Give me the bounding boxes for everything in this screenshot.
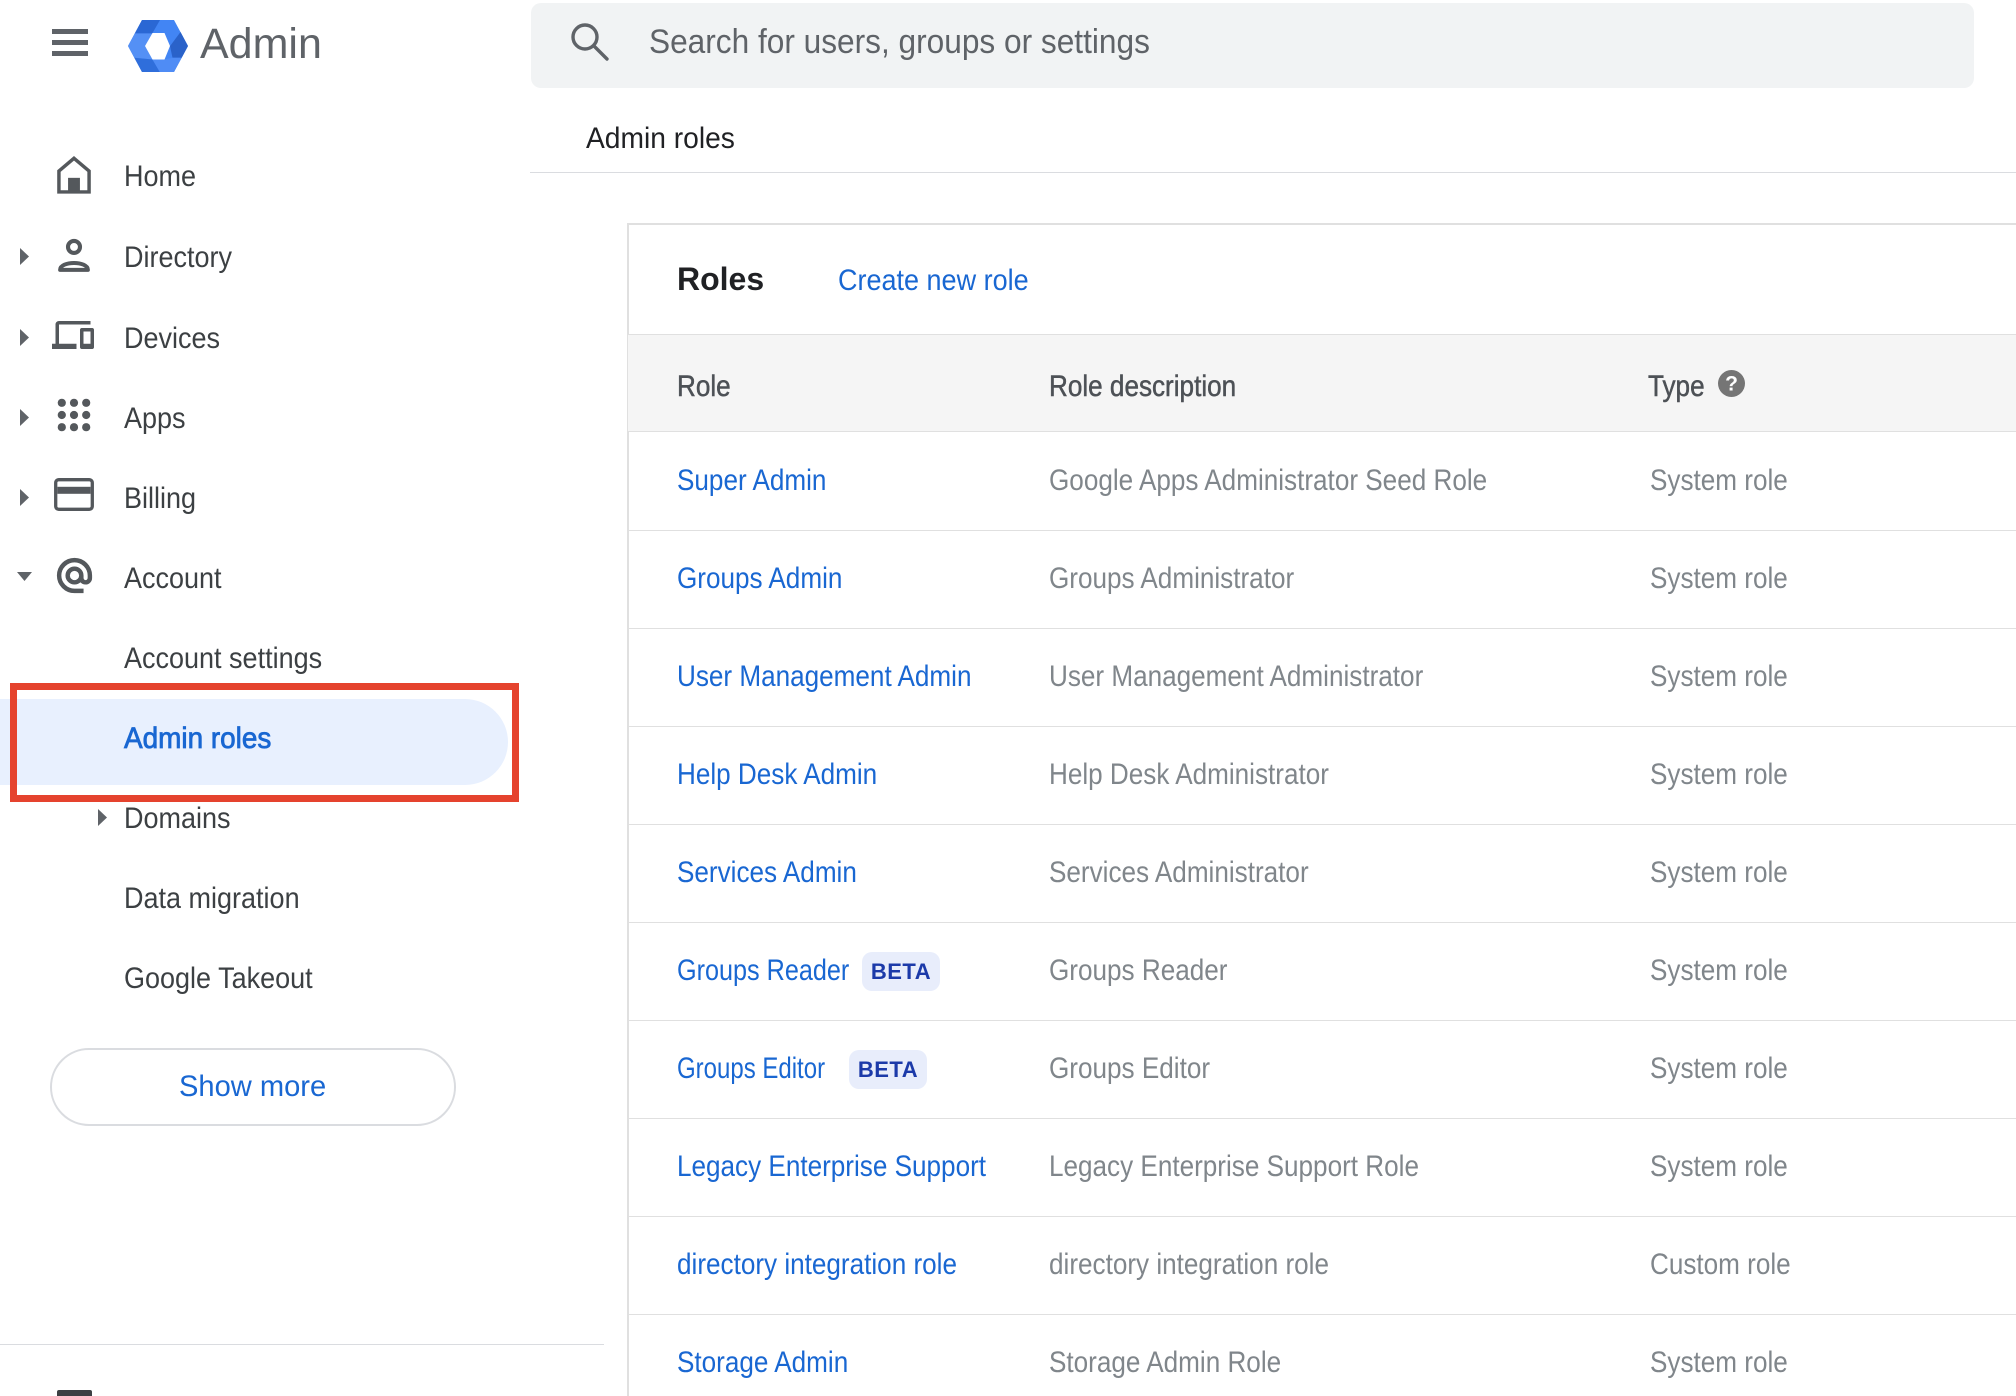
svg-text:?: ? (1725, 373, 1738, 396)
